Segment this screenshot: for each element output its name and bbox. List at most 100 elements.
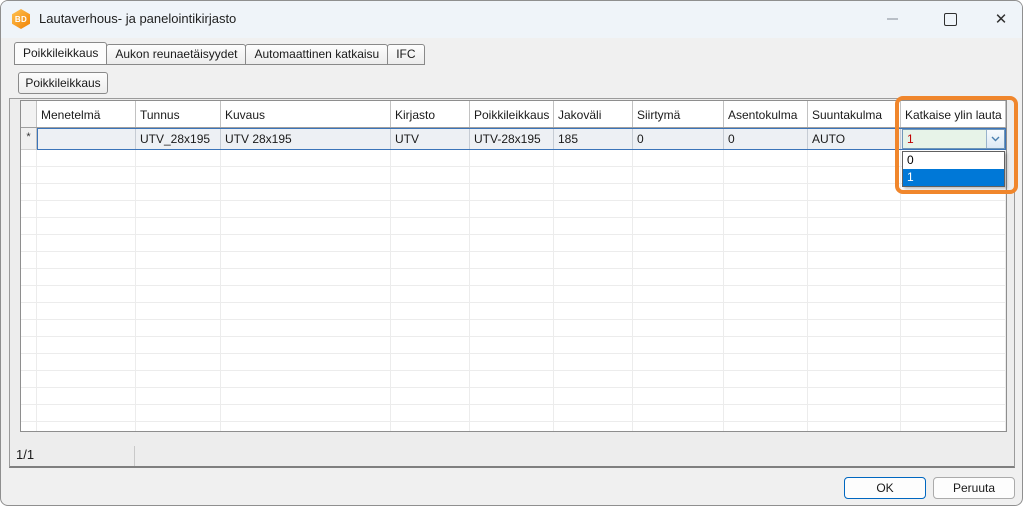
poikkileikkaus-button[interactable]: Poikkileikkaus (18, 72, 108, 94)
empty-cell (136, 201, 221, 217)
empty-cell (221, 150, 391, 166)
maximize-button[interactable] (927, 1, 973, 37)
empty-cell (470, 269, 554, 285)
empty-cell (901, 252, 1006, 268)
empty-row[interactable] (21, 388, 1006, 405)
empty-cell (808, 167, 901, 183)
empty-row[interactable] (21, 422, 1006, 432)
dialog-window: BD Lautaverhous- ja panelointikirjasto ✕… (0, 0, 1023, 506)
empty-cell (136, 354, 221, 370)
empty-cell (554, 371, 633, 387)
empty-row[interactable] (21, 405, 1006, 422)
empty-cell (136, 303, 221, 319)
column-header[interactable]: Jakoväli (554, 101, 633, 127)
empty-cell (391, 184, 470, 200)
empty-cell (21, 337, 37, 353)
close-button[interactable]: ✕ (978, 1, 1023, 37)
maximize-icon (944, 13, 957, 26)
empty-cell (391, 252, 470, 268)
grid-cell[interactable]: 0 (633, 129, 724, 149)
column-header[interactable]: Suuntakulma (808, 101, 901, 127)
grid-cell[interactable] (38, 129, 136, 149)
column-header[interactable]: Katkaise ylin lauta (901, 101, 1006, 127)
empty-cell (724, 201, 808, 217)
column-header[interactable]: Asentokulma (724, 101, 808, 127)
tab-poikkileikkaus[interactable]: Poikkileikkaus (14, 42, 107, 65)
empty-cell (21, 252, 37, 268)
empty-cell (901, 405, 1006, 421)
grid-cell[interactable]: UTV 28x195 (221, 129, 391, 149)
empty-cell (391, 405, 470, 421)
empty-row[interactable] (21, 303, 1006, 320)
cancel-button[interactable]: Peruuta (933, 477, 1015, 499)
empty-cell (633, 235, 724, 251)
empty-row[interactable] (21, 235, 1006, 252)
dropdown-option-1[interactable]: 1 (903, 169, 1004, 186)
empty-cell (470, 286, 554, 302)
empty-cell (136, 218, 221, 234)
empty-cell (554, 286, 633, 302)
column-header[interactable]: Kirjasto (391, 101, 470, 127)
column-header[interactable]: Tunnus (136, 101, 221, 127)
empty-cell (391, 269, 470, 285)
empty-cell (633, 150, 724, 166)
grid-cell[interactable]: 0 (724, 129, 808, 149)
empty-cell (808, 184, 901, 200)
empty-cell (808, 252, 901, 268)
column-header[interactable]: Siirtymä (633, 101, 724, 127)
grid-cell[interactable]: UTV-28x195 (470, 129, 554, 149)
column-header[interactable]: Kuvaus (221, 101, 391, 127)
empty-cell (808, 354, 901, 370)
dropdown-option-0[interactable]: 0 (903, 152, 1004, 169)
combo-value[interactable]: 1 (903, 130, 986, 148)
empty-row[interactable] (21, 337, 1006, 354)
empty-cell (808, 371, 901, 387)
empty-row[interactable] (21, 320, 1006, 337)
column-header[interactable]: Poikkileikkaus (470, 101, 554, 127)
empty-cell (136, 269, 221, 285)
empty-cell (554, 405, 633, 421)
empty-cell (633, 286, 724, 302)
empty-row[interactable] (21, 269, 1006, 286)
chevron-down-icon (991, 136, 1000, 142)
empty-cell (37, 405, 136, 421)
data-grid[interactable]: MenetelmäTunnusKuvausKirjastoPoikkileikk… (20, 100, 1007, 432)
empty-row[interactable] (21, 167, 1006, 184)
empty-row[interactable] (21, 184, 1006, 201)
empty-cell (221, 201, 391, 217)
combo-katkaise-ylin-lauta[interactable]: 1 (902, 129, 1005, 149)
empty-row[interactable] (21, 150, 1006, 167)
grid-cell[interactable]: 185 (554, 129, 633, 149)
empty-cell (808, 405, 901, 421)
empty-row[interactable] (21, 252, 1006, 269)
column-header[interactable]: Menetelmä (37, 101, 136, 127)
empty-cell (136, 286, 221, 302)
empty-row[interactable] (21, 286, 1006, 303)
empty-cell (21, 422, 37, 432)
combo-dropdown-button[interactable] (986, 130, 1004, 148)
empty-row[interactable] (21, 218, 1006, 235)
empty-cell (633, 252, 724, 268)
empty-row[interactable] (21, 354, 1006, 371)
tab-aukon-reunaetaisyydet[interactable]: Aukon reunaetäisyydet (106, 44, 246, 65)
row-header-corner[interactable] (21, 101, 37, 127)
empty-cell (221, 235, 391, 251)
combo-dropdown-list: 0 1 (902, 151, 1005, 187)
empty-row[interactable] (21, 201, 1006, 218)
empty-cell (470, 388, 554, 404)
empty-row[interactable] (21, 371, 1006, 388)
tab-ifc[interactable]: IFC (387, 44, 424, 65)
ok-button[interactable]: OK (844, 477, 926, 499)
grid-cell[interactable]: AUTO (808, 129, 901, 149)
empty-cell (554, 337, 633, 353)
selected-row[interactable]: UTV_28x195UTV 28x195UTVUTV-28x19518500AU… (37, 128, 1006, 150)
empty-cell (221, 167, 391, 183)
tab-automaattinen-katkaisu[interactable]: Automaattinen katkaisu (245, 44, 388, 65)
row-marker[interactable]: * (21, 128, 37, 150)
empty-cell (136, 422, 221, 432)
empty-cell (37, 150, 136, 166)
grid-cell[interactable]: UTV_28x195 (136, 129, 221, 149)
empty-cell (633, 269, 724, 285)
grid-cell[interactable]: UTV (391, 129, 470, 149)
empty-cell (633, 422, 724, 432)
